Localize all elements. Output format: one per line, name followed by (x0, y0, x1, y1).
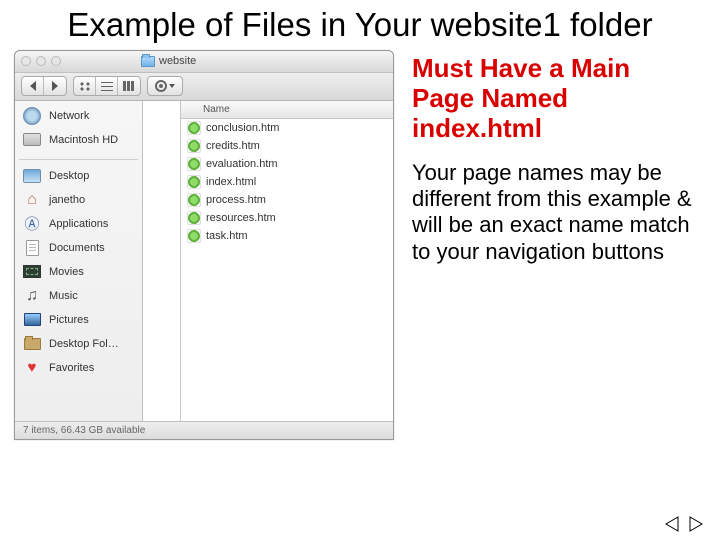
html-file-icon (187, 175, 201, 189)
file-row[interactable]: process.htm (181, 191, 393, 209)
window-title-text: website (159, 55, 196, 67)
sidebar-item-label: Desktop Fol… (49, 338, 119, 350)
documents-icon (21, 239, 43, 257)
chevron-down-icon (169, 84, 175, 88)
sidebar-item-label: Documents (49, 242, 105, 254)
triangle-left-icon (664, 516, 680, 532)
sidebar-item-label: Desktop (49, 170, 89, 182)
column-header-name[interactable]: Name (181, 101, 393, 119)
html-file-icon (187, 211, 201, 225)
status-bar: 7 items, 66.43 GB available (15, 421, 393, 439)
window-title: website (141, 55, 196, 67)
html-file-icon (187, 121, 201, 135)
file-name: resources.htm (206, 212, 276, 224)
forward-button[interactable] (44, 77, 66, 95)
home-icon: ⌂ (21, 191, 43, 209)
sidebar-item-network[interactable]: Network (15, 104, 142, 128)
pictures-icon (21, 311, 43, 329)
file-row[interactable]: index.html (181, 173, 393, 191)
file-row[interactable]: conclusion.htm (181, 119, 393, 137)
file-name: credits.htm (206, 140, 260, 152)
body-text: Your page names may be different from th… (412, 160, 696, 266)
file-row[interactable]: resources.htm (181, 209, 393, 227)
finder-toolbar (15, 73, 393, 101)
sidebar-item-label: Pictures (49, 314, 89, 326)
sidebar-item-favorites[interactable]: ♥ Favorites (15, 356, 142, 380)
html-file-icon (187, 193, 201, 207)
prev-slide-button[interactable] (662, 516, 682, 532)
file-name: task.htm (206, 230, 248, 242)
back-button[interactable] (22, 77, 44, 95)
heart-icon: ♥ (21, 359, 43, 377)
finder-window: website Network (14, 50, 394, 440)
hard-drive-icon (21, 131, 43, 149)
file-name: evaluation.htm (206, 158, 278, 170)
sidebar-separator (19, 154, 138, 160)
sidebar-item-movies[interactable]: Movies (15, 260, 142, 284)
sidebar-item-macintosh-hd[interactable]: Macintosh HD (15, 128, 142, 152)
file-row[interactable]: task.htm (181, 227, 393, 245)
sidebar-item-label: Applications (49, 218, 108, 230)
file-row[interactable]: evaluation.htm (181, 155, 393, 173)
slide-title: Example of Files in Your website1 folder (0, 0, 720, 50)
globe-icon (21, 107, 43, 125)
sidebar-item-label: Network (49, 110, 89, 122)
file-name: process.htm (206, 194, 266, 206)
finder-sidebar: Network Macintosh HD Desktop ⌂ janetho Ⓐ (15, 101, 143, 421)
view-switcher (73, 76, 141, 96)
sidebar-item-applications[interactable]: Ⓐ Applications (15, 212, 142, 236)
sidebar-item-desktop[interactable]: Desktop (15, 164, 142, 188)
gear-icon (155, 80, 167, 92)
folder-icon (141, 56, 155, 67)
html-file-icon (187, 139, 201, 153)
applications-icon: Ⓐ (21, 215, 43, 233)
callout-heading: Must Have a Main Page Named index.html (412, 54, 696, 144)
finder-column-spacer (143, 101, 181, 421)
nav-back-forward (21, 76, 67, 96)
list-view-button[interactable] (96, 77, 118, 95)
sidebar-item-label: janetho (49, 194, 85, 206)
window-controls (21, 56, 61, 66)
icon-view-icon (79, 81, 91, 91)
sidebar-item-pictures[interactable]: Pictures (15, 308, 142, 332)
sidebar-item-label: Movies (49, 266, 84, 278)
column-view-icon (123, 81, 135, 91)
triangle-right-icon (688, 516, 704, 532)
music-icon: ♫ (21, 287, 43, 305)
sidebar-item-label: Favorites (49, 362, 94, 374)
zoom-icon[interactable] (51, 56, 61, 66)
minimize-icon[interactable] (36, 56, 46, 66)
list-view-icon (101, 81, 113, 91)
file-name: conclusion.htm (206, 122, 279, 134)
chevron-right-icon (52, 81, 58, 91)
sidebar-item-label: Macintosh HD (49, 134, 118, 146)
close-icon[interactable] (21, 56, 31, 66)
sidebar-item-documents[interactable]: Documents (15, 236, 142, 260)
sidebar-item-home[interactable]: ⌂ janetho (15, 188, 142, 212)
desktop-icon (21, 167, 43, 185)
file-row[interactable]: credits.htm (181, 137, 393, 155)
chevron-left-icon (30, 81, 36, 91)
sidebar-item-music[interactable]: ♫ Music (15, 284, 142, 308)
sidebar-item-label: Music (49, 290, 78, 302)
column-view-button[interactable] (118, 77, 140, 95)
html-file-icon (187, 229, 201, 243)
sidebar-item-desktop-folder[interactable]: Desktop Fol… (15, 332, 142, 356)
file-name: index.html (206, 176, 256, 188)
next-slide-button[interactable] (686, 516, 706, 532)
movies-icon (21, 263, 43, 281)
slide-nav (662, 516, 706, 532)
folder-icon (21, 335, 43, 353)
window-titlebar[interactable]: website (15, 51, 393, 73)
icon-view-button[interactable] (74, 77, 96, 95)
action-menu[interactable] (147, 76, 183, 96)
html-file-icon (187, 157, 201, 171)
file-list: Name conclusion.htm credits.htm evaluati… (181, 101, 393, 421)
